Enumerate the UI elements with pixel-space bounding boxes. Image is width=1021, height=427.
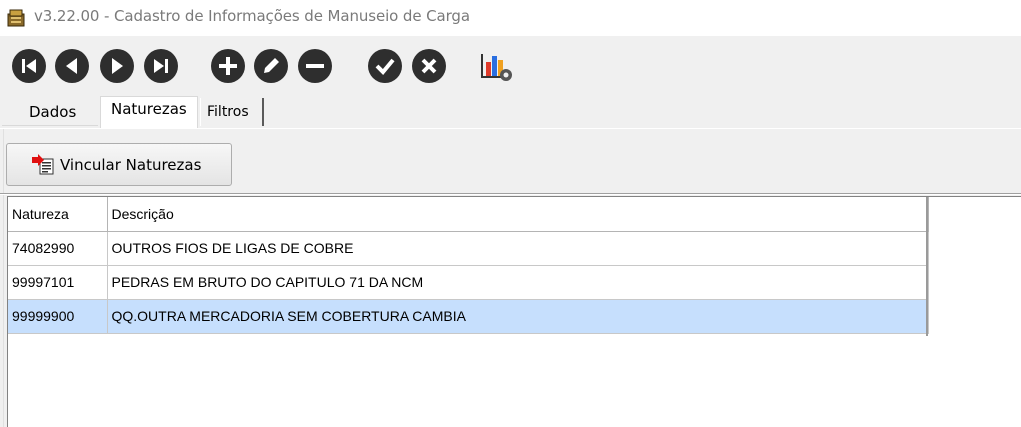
cell-descricao[interactable]: OUTROS FIOS DE LIGAS DE COBRE [107,231,929,266]
edit-button[interactable] [254,49,288,83]
table-row-selected[interactable]: 99999900 QQ.OUTRA MERCADORIA SEM COBERTU… [8,299,929,334]
grid-column-edge [926,197,928,336]
tab-dados-label: Dados [29,103,77,121]
tab-naturezas[interactable]: Naturezas [100,96,198,128]
cell-descricao[interactable]: PEDRAS EM BRUTO DO CAPITULO 71 DA NCM [107,265,929,300]
tab-strip: Dados Naturezas Filtros [0,96,1021,128]
previous-record-button[interactable] [55,49,89,83]
next-record-button[interactable] [100,49,134,83]
next-record-icon [112,58,123,74]
cargo-box-icon [7,9,25,27]
remove-icon [306,64,324,68]
vincular-naturezas-button[interactable]: Vincular Naturezas [6,143,232,186]
link-document-icon [32,154,54,175]
edit-icon [264,58,279,73]
previous-record-icon [66,58,77,74]
column-header-descricao[interactable]: Descrição [107,197,929,232]
remove-button[interactable] [298,49,332,83]
column-header-natureza[interactable]: Natureza [8,197,108,232]
cell-natureza[interactable]: 74082990 [8,231,108,266]
divider [0,193,1021,195]
tab-naturezas-label: Naturezas [111,100,187,118]
tab-filtros[interactable]: Filtros [200,98,264,126]
add-icon [219,57,237,75]
confirm-icon [375,58,395,75]
cancel-icon [421,58,437,74]
last-record-button[interactable] [144,49,178,83]
vincular-naturezas-label: Vincular Naturezas [60,156,202,174]
first-record-icon [22,59,36,73]
naturezas-grid[interactable]: Natureza Descrição 74082990 OUTROS FIOS … [7,196,1021,427]
confirm-button[interactable] [368,49,402,83]
cancel-button[interactable] [412,49,446,83]
toolbar [0,36,1021,96]
table-row[interactable]: 99997101 PEDRAS EM BRUTO DO CAPITULO 71 … [8,265,929,300]
cell-natureza[interactable]: 99999900 [8,299,108,334]
last-record-icon [154,59,168,73]
cell-descricao[interactable]: QQ.OUTRA MERCADORIA SEM COBERTURA CAMBIA [107,299,929,334]
tab-dados[interactable]: Dados [2,98,98,126]
window-title: v3.22.00 - Cadastro de Informações de Ma… [34,7,470,25]
add-button[interactable] [211,49,245,83]
title-bar: v3.22.00 - Cadastro de Informações de Ma… [0,0,1021,36]
first-record-button[interactable] [12,49,46,83]
chart-settings-icon[interactable] [478,48,514,84]
naturezas-table: Natureza Descrição 74082990 OUTROS FIOS … [8,197,929,334]
table-row[interactable]: 74082990 OUTROS FIOS DE LIGAS DE COBRE [8,231,929,266]
table-header-row: Natureza Descrição [8,197,929,232]
cell-natureza[interactable]: 99997101 [8,265,108,300]
tab-filtros-label: Filtros [207,104,249,120]
